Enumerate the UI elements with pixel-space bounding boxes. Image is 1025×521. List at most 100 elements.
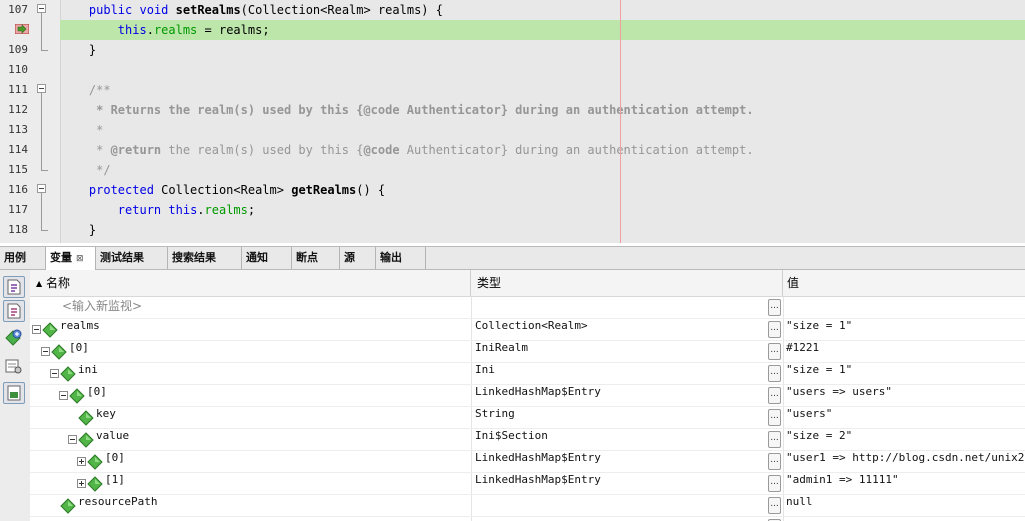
tab-label: 测试结果: [100, 251, 144, 264]
variable-row[interactable]: [0] LinkedHashMap$Entry... "user1 => http:…: [30, 451, 1025, 473]
value-editor-button[interactable]: ...: [768, 497, 781, 514]
tab-close-icon[interactable]: ⊠: [76, 254, 84, 264]
tab-7[interactable]: 输出: [376, 247, 426, 269]
variable-row-partial[interactable]: ...: [30, 517, 1025, 521]
type-column-header[interactable]: 类型: [471, 270, 783, 296]
tab-0[interactable]: 用例: [0, 247, 46, 269]
new-watch-button[interactable]: [3, 328, 25, 350]
gutter-line: 114: [0, 140, 60, 160]
type-header-label: 类型: [477, 276, 502, 290]
expand-icon[interactable]: [77, 457, 86, 466]
code-line[interactable]: /**: [60, 80, 1025, 100]
name-column-header[interactable]: ▲ 名称: [30, 270, 471, 296]
variable-name: resourcePath: [78, 495, 158, 508]
variable-value[interactable]: "users": [786, 407, 1025, 429]
tab-5[interactable]: 断点: [292, 247, 340, 269]
code-token: Collection<Realm>: [153, 183, 292, 197]
variable-value[interactable]: null: [786, 495, 1025, 517]
code-line[interactable]: * @return the realm(s) used by this {@co…: [60, 140, 1025, 160]
variables-view: ▲ 名称 类型 值 <输入新监视> ... realms Collection<R…: [30, 270, 1025, 521]
collapse-icon[interactable]: [50, 369, 59, 378]
tab-6[interactable]: 源: [340, 247, 376, 269]
variable-row[interactable]: ini Ini... "size = 1": [30, 363, 1025, 385]
code-line[interactable]: [60, 60, 1025, 80]
variable-field-icon: [87, 454, 103, 470]
fold-collapse-icon[interactable]: [37, 4, 46, 13]
variable-type: LinkedHashMap$Entry: [475, 385, 601, 398]
show-static-button[interactable]: [3, 276, 25, 298]
code-line[interactable]: public void setRealms(Collection<Realm> …: [60, 0, 1025, 20]
current-code-line[interactable]: this.realms = realms;: [60, 20, 1025, 40]
collapse-icon[interactable]: [68, 435, 77, 444]
fold-guide: [41, 193, 42, 230]
new-watch-row[interactable]: <输入新监视> ...: [30, 297, 1025, 319]
variable-field-icon: [42, 322, 58, 338]
variable-row[interactable]: [0] IniRealm... #1221: [30, 341, 1025, 363]
line-number: 109: [8, 43, 28, 56]
variable-row[interactable]: value Ini$Section... "size = 2": [30, 429, 1025, 451]
value-editor-button[interactable]: ...: [768, 409, 781, 426]
show-inherited-button[interactable]: [3, 300, 25, 322]
gutter-line: 111: [0, 80, 60, 100]
code-line[interactable]: protected Collection<Realm> getRealms() …: [60, 180, 1025, 200]
value-editor-button[interactable]: ...: [768, 475, 781, 492]
tab-4[interactable]: 通知: [242, 247, 292, 269]
value-column-header[interactable]: 值: [783, 270, 1025, 296]
value-editor-button[interactable]: ...: [768, 343, 781, 360]
variable-type: IniRealm: [475, 341, 528, 354]
variable-row[interactable]: resourcePath... null: [30, 495, 1025, 517]
tab-1[interactable]: 变量 ⊠: [46, 247, 96, 270]
variable-value[interactable]: "size = 1": [786, 319, 1025, 341]
debugger-tab-bar: 用例 变量 ⊠ 测试结果 搜索结果 通知 断点 源 输出: [0, 246, 1025, 270]
code-line[interactable]: }: [60, 40, 1025, 60]
line-number-gutter[interactable]: 107 109 110 111 112 113 114 115 116 117 118: [0, 0, 61, 243]
fold-collapse-icon[interactable]: [37, 184, 46, 193]
show-values-button[interactable]: [3, 382, 25, 404]
code-editor[interactable]: 107 109 110 111 112 113 114 115 116 117 118 public…: [0, 0, 1025, 243]
code-line[interactable]: }: [60, 220, 1025, 240]
value-editor-button[interactable]: ...: [768, 321, 781, 338]
variable-row[interactable]: key String... "users": [30, 407, 1025, 429]
code-line[interactable]: *: [60, 120, 1025, 140]
collapse-icon[interactable]: [41, 347, 50, 356]
variable-value[interactable]: "size = 2": [786, 429, 1025, 451]
expand-icon[interactable]: [77, 479, 86, 488]
code-token: this: [168, 203, 198, 217]
variable-value[interactable]: #1221: [786, 341, 1025, 363]
code-line[interactable]: return this.realms;: [60, 200, 1025, 220]
line-number: 114: [8, 143, 28, 156]
fold-collapse-icon[interactable]: [37, 84, 46, 93]
value-editor-button[interactable]: ...: [768, 453, 781, 470]
collapse-icon[interactable]: [59, 391, 68, 400]
new-watch-placeholder[interactable]: <输入新监视>: [62, 299, 142, 313]
code-token: @code: [363, 143, 400, 157]
tab-2[interactable]: 测试结果: [96, 247, 168, 269]
variables-settings-button[interactable]: [3, 356, 25, 378]
value-editor-button[interactable]: ...: [768, 365, 781, 382]
tab-label: 搜索结果: [172, 251, 216, 264]
variable-name: [0]: [87, 385, 107, 398]
variable-row[interactable]: [0] LinkedHashMap$Entry... "users => users…: [30, 385, 1025, 407]
code-line[interactable]: */: [60, 160, 1025, 180]
variable-value[interactable]: "size = 1": [786, 363, 1025, 385]
line-number: 107: [8, 3, 28, 16]
value-editor-button[interactable]: ...: [768, 387, 781, 404]
variable-name: [1]: [105, 473, 125, 486]
code-line[interactable]: * Returns the realm(s) used by this {@co…: [60, 100, 1025, 120]
value-header-label: 值: [787, 276, 800, 290]
variable-value[interactable]: "admin1 => 11111": [786, 473, 1025, 495]
variable-value[interactable]: "user1 => http://blog.csdn.net/unix21": [786, 451, 1025, 473]
variable-type: LinkedHashMap$Entry: [475, 473, 601, 486]
variable-name: [0]: [105, 451, 125, 464]
variable-row[interactable]: [1] LinkedHashMap$Entry... "admin1 => 1111…: [30, 473, 1025, 495]
variable-row[interactable]: realms Collection<Realm>... "size = 1": [30, 319, 1025, 341]
collapse-icon[interactable]: [32, 325, 41, 334]
tab-3[interactable]: 搜索结果: [168, 247, 242, 269]
value-editor-button[interactable]: ...: [768, 299, 781, 316]
variable-field-icon: [69, 388, 85, 404]
variable-name-cell: value: [30, 429, 470, 451]
value-editor-button[interactable]: ...: [768, 431, 781, 448]
variable-value[interactable]: "users => users": [786, 385, 1025, 407]
